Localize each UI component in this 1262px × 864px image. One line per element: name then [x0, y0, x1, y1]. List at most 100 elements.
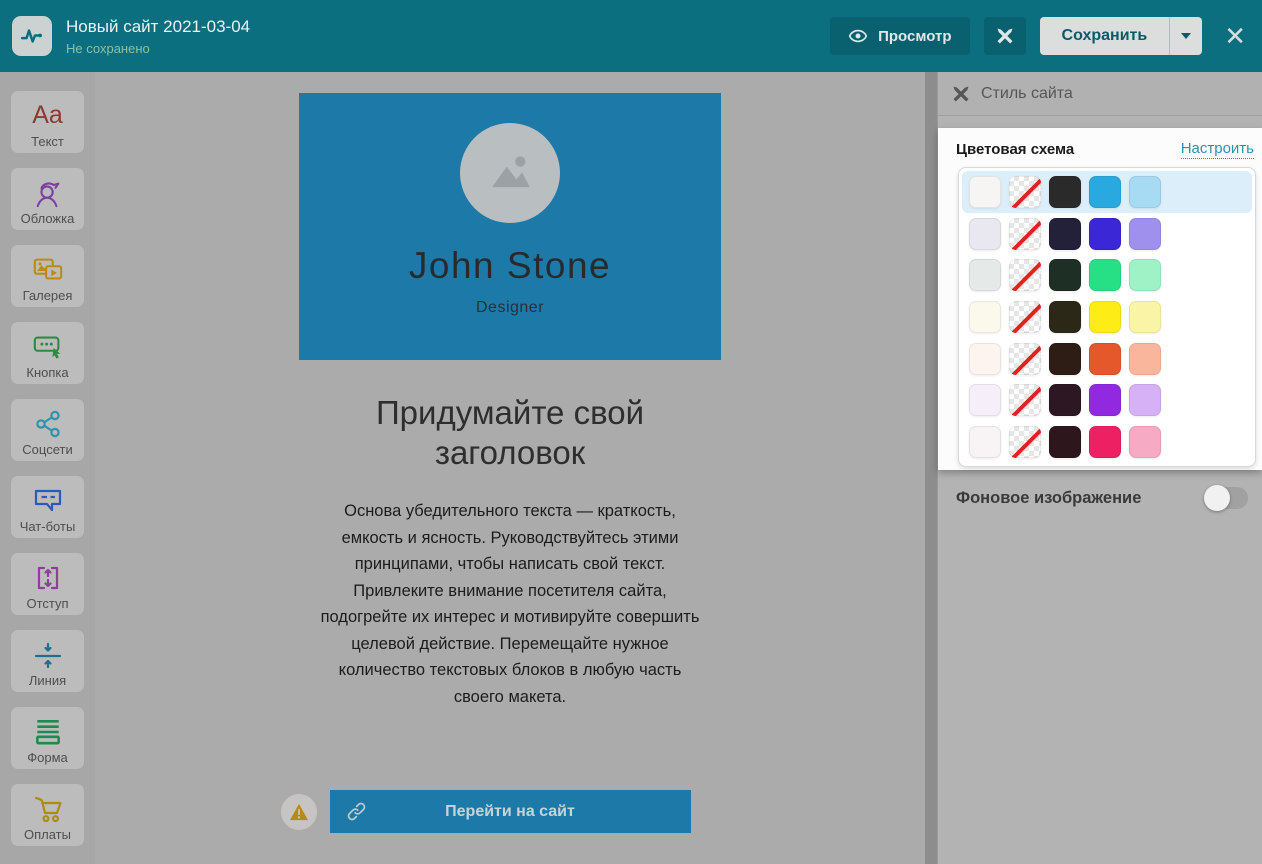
- color-scheme-title: Цветовая схема: [956, 141, 1075, 158]
- color-swatch[interactable]: [1129, 259, 1161, 292]
- transparent-swatch[interactable]: [1009, 342, 1041, 375]
- background-image-toggle[interactable]: [1204, 485, 1248, 511]
- save-split-button: Сохранить: [1039, 17, 1203, 55]
- color-swatch[interactable]: [969, 384, 1001, 417]
- color-swatch[interactable]: [1089, 175, 1121, 208]
- color-swatch[interactable]: [1049, 259, 1081, 292]
- color-scheme-card: Цветовая схема Настроить: [938, 128, 1262, 470]
- customize-link[interactable]: Настроить: [1180, 140, 1254, 159]
- text-icon: Aa: [32, 101, 63, 129]
- warning-badge[interactable]: [281, 794, 317, 831]
- color-scheme-row-2[interactable]: [962, 213, 1252, 255]
- color-swatch[interactable]: [1049, 175, 1081, 208]
- color-swatch[interactable]: [1049, 217, 1081, 250]
- sidebar-item-chatbots[interactable]: Чат-боты: [11, 476, 84, 538]
- style-panel: Стиль сайта Цветовая схема Настроить Фон…: [937, 72, 1262, 864]
- color-swatch[interactable]: [1129, 301, 1161, 334]
- transparent-swatch[interactable]: [1009, 259, 1041, 292]
- spacing-icon: [32, 562, 64, 594]
- color-swatch[interactable]: [1049, 342, 1081, 375]
- color-scheme-row-7[interactable]: [962, 421, 1252, 463]
- close-button[interactable]: ✕: [1224, 23, 1246, 49]
- color-swatch[interactable]: [969, 426, 1001, 459]
- sidebar-item-label: Отступ: [26, 595, 69, 611]
- color-swatch[interactable]: [1129, 426, 1161, 459]
- sidebar-item-cover[interactable]: Обложка: [11, 168, 84, 230]
- color-swatch[interactable]: [1089, 342, 1121, 375]
- color-swatch[interactable]: [1089, 301, 1121, 334]
- color-scheme-row-1[interactable]: [962, 171, 1252, 213]
- color-swatch[interactable]: [969, 342, 1001, 375]
- crossed-pencils-icon: [997, 28, 1013, 44]
- page-content: John Stone Designer Придумайте свой заго…: [281, 93, 721, 834]
- sidebar-item-label: Чат-боты: [19, 518, 76, 534]
- color-swatch[interactable]: [1129, 175, 1161, 208]
- cover-block[interactable]: John Stone Designer: [299, 93, 721, 360]
- cart-icon: [32, 793, 64, 825]
- chat-icon: [32, 485, 64, 517]
- preview-button[interactable]: Просмотр: [830, 17, 970, 55]
- page-canvas: John Stone Designer Придумайте свой заго…: [95, 72, 925, 864]
- color-scheme-row-4[interactable]: [962, 296, 1252, 338]
- crossed-pencils-icon: [953, 86, 969, 101]
- color-swatch[interactable]: [1129, 342, 1161, 375]
- color-scheme-row-3[interactable]: [962, 254, 1252, 296]
- color-swatch[interactable]: [1089, 217, 1121, 250]
- cover-role[interactable]: Designer: [476, 299, 544, 317]
- background-image-label: Фоновое изображение: [956, 488, 1142, 507]
- sidebar-item-button[interactable]: Кнопка: [11, 322, 84, 384]
- transparent-swatch[interactable]: [1009, 175, 1041, 208]
- color-swatch[interactable]: [969, 175, 1001, 208]
- go-to-site-button[interactable]: Перейти на сайт: [329, 790, 691, 834]
- color-swatch[interactable]: [969, 217, 1001, 250]
- text-block[interactable]: Основа убедительного текста — краткость,…: [316, 498, 704, 710]
- sidebar-item-line[interactable]: Линия: [11, 630, 84, 692]
- site-style-button[interactable]: [983, 17, 1026, 55]
- transparent-swatch[interactable]: [1009, 301, 1041, 334]
- go-to-site-label: Перейти на сайт: [445, 802, 575, 820]
- color-scheme-row-6[interactable]: [962, 380, 1252, 422]
- cover-name[interactable]: John Stone: [409, 245, 611, 287]
- color-swatch[interactable]: [1089, 259, 1121, 292]
- save-options-button[interactable]: [1169, 17, 1202, 55]
- pulse-icon: [21, 29, 42, 43]
- canvas-scrollbar[interactable]: [925, 72, 937, 864]
- color-swatch[interactable]: [1049, 384, 1081, 417]
- transparent-swatch[interactable]: [1009, 384, 1041, 417]
- gallery-icon: [32, 254, 64, 286]
- app-header: Новый сайт 2021-03-04 Не сохранено Просм…: [0, 0, 1262, 72]
- heading-block[interactable]: Придумайте свой заголовок: [340, 393, 680, 472]
- color-swatch[interactable]: [1049, 301, 1081, 334]
- sidebar-item-label: Линия: [28, 672, 67, 688]
- sidebar-item-label: Обложка: [20, 210, 75, 226]
- sidebar-item-payments[interactable]: Оплаты: [11, 784, 84, 846]
- color-swatch[interactable]: [1089, 384, 1121, 417]
- color-swatch[interactable]: [969, 301, 1001, 334]
- color-swatch[interactable]: [1089, 426, 1121, 459]
- save-button[interactable]: Сохранить: [1040, 17, 1170, 55]
- color-swatch[interactable]: [1049, 426, 1081, 459]
- transparent-swatch[interactable]: [1009, 217, 1041, 250]
- background-image-row: Фоновое изображение: [956, 484, 1248, 512]
- color-swatch[interactable]: [1129, 384, 1161, 417]
- sidebar-item-spacing[interactable]: Отступ: [11, 553, 84, 615]
- color-scheme-row-5[interactable]: [962, 338, 1252, 380]
- site-title[interactable]: Новый сайт 2021-03-04: [66, 17, 250, 37]
- sidebar-item-text[interactable]: Aa Текст: [11, 91, 84, 153]
- sidebar-item-label: Соцсети: [22, 441, 73, 457]
- color-swatch[interactable]: [969, 259, 1001, 292]
- color-swatch[interactable]: [1129, 217, 1161, 250]
- sidebar-item-form[interactable]: Форма: [11, 707, 84, 769]
- save-button-label: Сохранить: [1061, 27, 1148, 44]
- warning-icon: [290, 804, 308, 821]
- preview-button-label: Просмотр: [878, 27, 952, 45]
- app-logo[interactable]: [12, 16, 52, 56]
- transparent-swatch[interactable]: [1009, 426, 1041, 459]
- style-panel-header: Стиль сайта: [938, 72, 1262, 116]
- sidebar-item-label: Галерея: [22, 287, 73, 303]
- sidebar-item-label: Форма: [27, 749, 68, 765]
- avatar-placeholder[interactable]: [460, 123, 560, 223]
- sidebar-item-label: Текст: [31, 133, 64, 149]
- sidebar-item-gallery[interactable]: Галерея: [11, 245, 84, 307]
- sidebar-item-social[interactable]: Соцсети: [11, 399, 84, 461]
